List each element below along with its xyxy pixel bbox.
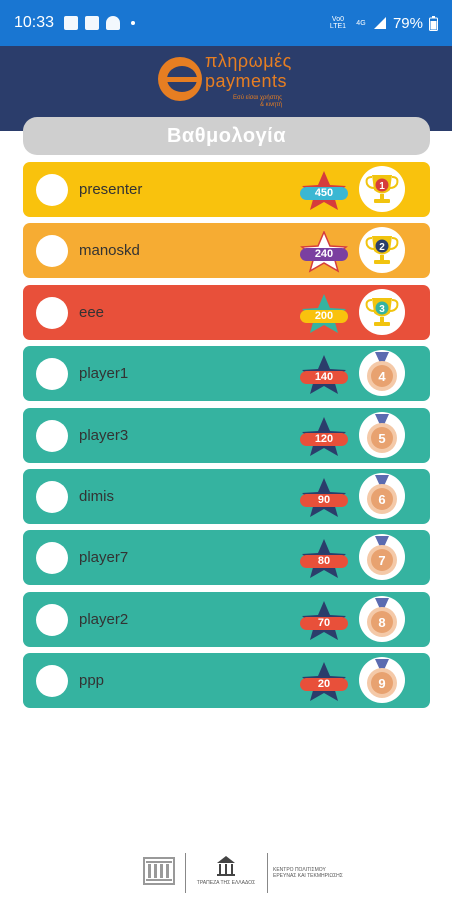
score-badge: 70 bbox=[300, 600, 348, 640]
score-value: 20 bbox=[300, 678, 348, 692]
leaderboard-row[interactable]: presenter 450 1 bbox=[23, 162, 430, 217]
battery-icon bbox=[429, 15, 438, 31]
player-avatar bbox=[36, 358, 68, 391]
bank-name: ΤΡΑΠΕΖΑ ΤΗΣ ΕΛΛΑΔΟΣ bbox=[196, 880, 256, 886]
logo-e-bar bbox=[167, 77, 197, 82]
svg-text:9: 9 bbox=[378, 676, 385, 691]
leaderboard-row[interactable]: player7 80 7 bbox=[23, 530, 430, 586]
network-gen: 4G bbox=[356, 19, 366, 27]
player-name: presenter bbox=[79, 181, 143, 198]
rank-medal-icon: 6 bbox=[359, 473, 405, 519]
rank-medal-icon: 7 bbox=[359, 534, 405, 581]
leaderboard-row[interactable]: eee 200 3 bbox=[23, 284, 430, 340]
logo-text-bottom: payments bbox=[205, 71, 288, 91]
bank-emblem-icon bbox=[217, 856, 235, 876]
player-avatar bbox=[36, 603, 68, 636]
columns-icon bbox=[146, 861, 172, 881]
status-bar: 10:33 Vo0 LTE1 4G 79% bbox=[0, 0, 452, 46]
svg-text:8: 8 bbox=[378, 615, 385, 630]
player-name: player2 bbox=[79, 610, 129, 628]
player-name: manoskd bbox=[79, 242, 140, 260]
rank-medal-icon: 9 bbox=[359, 657, 405, 704]
leaderboard-row[interactable]: player1 140 4 bbox=[23, 346, 430, 402]
score-value: 200 bbox=[300, 309, 348, 323]
leaderboard-row[interactable]: ppp 20 9 bbox=[23, 653, 430, 709]
player-avatar bbox=[36, 174, 68, 206]
center-name: ΚΕΝΤΡΟ ΠΟΛΙΤΙΣΜΟΥ ΕΡΕΥΝΑΣ ΚΑΙ ΤΕΚΜΗΡΙΩΣΗ… bbox=[273, 867, 353, 879]
player-avatar bbox=[36, 419, 68, 452]
svg-text:4: 4 bbox=[378, 369, 386, 384]
player-avatar bbox=[36, 296, 68, 329]
player-name: eee bbox=[79, 303, 105, 321]
leaderboard-row[interactable]: dimis 90 6 bbox=[23, 469, 430, 524]
leaderboard-row[interactable]: player3 120 5 bbox=[23, 407, 430, 463]
score-badge: 20 bbox=[300, 661, 348, 702]
rank-medal-icon: 8 bbox=[359, 595, 405, 642]
notification-icon bbox=[106, 16, 121, 30]
rank-trophy-icon: 1 bbox=[359, 166, 405, 212]
svg-text:7: 7 bbox=[378, 553, 385, 568]
player-avatar bbox=[36, 665, 68, 698]
score-value: 140 bbox=[300, 371, 348, 385]
player-name: ppp bbox=[79, 672, 105, 690]
svg-text:1: 1 bbox=[379, 181, 385, 192]
score-badge: 140 bbox=[300, 354, 348, 395]
score-badge: 240 bbox=[300, 231, 348, 273]
score-badge: 450 bbox=[300, 170, 348, 210]
svg-text:5: 5 bbox=[378, 431, 385, 446]
score-value: 120 bbox=[300, 432, 348, 446]
rank-trophy-icon: 3 bbox=[359, 288, 405, 335]
gallery-icon bbox=[64, 16, 79, 30]
footer-divider bbox=[185, 853, 186, 893]
footer-logos: ΤΡΑΠΕΖΑ ΤΗΣ ΕΛΛΑΔΟΣ ΚΕΝΤΡΟ ΠΟΛΙΤΙΣΜΟΥ ΕΡ… bbox=[140, 853, 355, 893]
score-value: 450 bbox=[300, 187, 348, 200]
center-name-line2: ΕΡΕΥΝΑΣ ΚΑΙ ΤΕΚΜΗΡΙΩΣΗΣ bbox=[273, 873, 343, 879]
status-time: 10:33 bbox=[14, 14, 55, 31]
svg-text:2: 2 bbox=[379, 242, 385, 253]
rank-trophy-icon: 2 bbox=[359, 227, 405, 274]
app-logo: πληρωμές payments Εσύ είσαι χρήστης & κι… bbox=[155, 51, 305, 113]
score-badge: 120 bbox=[300, 416, 348, 456]
leaderboard-row[interactable]: player2 70 8 bbox=[23, 591, 430, 647]
player-name: player7 bbox=[79, 549, 129, 567]
score-badge: 200 bbox=[300, 293, 348, 333]
page-title: Βαθμολογία bbox=[23, 117, 430, 155]
svg-text:3: 3 bbox=[379, 304, 385, 315]
score-value: 240 bbox=[300, 248, 348, 262]
player-avatar bbox=[36, 235, 68, 268]
score-badge: 90 bbox=[300, 477, 348, 517]
score-badge: 80 bbox=[300, 538, 348, 579]
network-label: Vo0 LTE1 bbox=[329, 16, 347, 30]
footer-divider bbox=[267, 853, 268, 893]
museum-logo bbox=[143, 857, 175, 885]
logo-tagline: Εσύ είσαι χρήστης & κινητή bbox=[233, 95, 282, 109]
more-notifications-icon bbox=[131, 21, 136, 25]
battery-percent: 79% bbox=[392, 14, 423, 32]
player-avatar bbox=[36, 542, 68, 575]
logo-tagline-line2: & κινητή bbox=[260, 102, 283, 108]
logo-text-top: πληρωμές bbox=[205, 51, 292, 71]
score-value: 80 bbox=[300, 555, 348, 569]
svg-text:6: 6 bbox=[378, 492, 385, 507]
leaderboard-row[interactable]: manoskd 240 2 bbox=[23, 223, 430, 279]
score-value: 70 bbox=[300, 616, 348, 630]
player-name: player1 bbox=[79, 365, 129, 383]
player-avatar bbox=[36, 481, 68, 513]
signal-icon bbox=[373, 17, 386, 29]
score-value: 90 bbox=[300, 494, 348, 507]
rank-medal-icon: 4 bbox=[359, 350, 405, 397]
facebook-icon bbox=[85, 16, 100, 30]
player-name: dimis bbox=[79, 488, 115, 505]
player-name: player3 bbox=[79, 426, 129, 444]
logo-tagline-line1: Εσύ είσαι χρήστης bbox=[233, 95, 283, 101]
rank-medal-icon: 5 bbox=[359, 411, 405, 458]
